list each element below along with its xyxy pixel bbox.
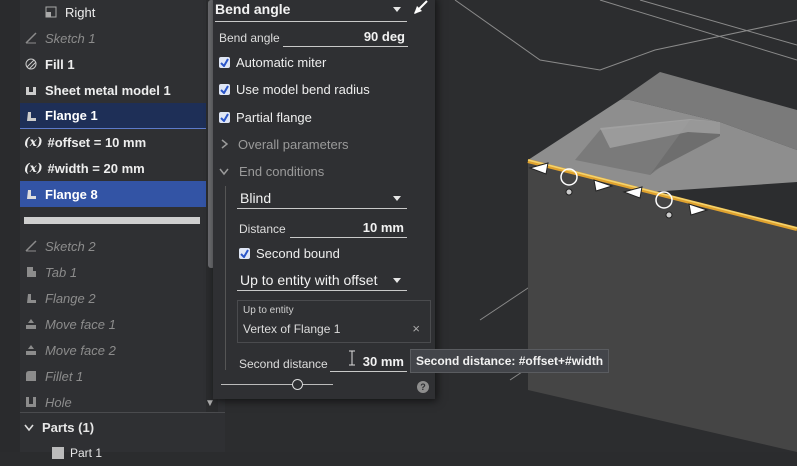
up-to-entity-label: Up to entity <box>243 305 294 316</box>
flange-icon <box>24 109 38 123</box>
flip-direction-icon[interactable] <box>412 0 430 21</box>
fill-icon <box>24 57 38 71</box>
tree-item-tab-1[interactable]: Tab 1 <box>20 259 206 285</box>
tree-item-move-face-2[interactable]: Move face 2 <box>20 337 206 363</box>
use-model-bend-radius-checkbox[interactable]: Use model bend radius <box>219 82 370 97</box>
distance-input[interactable]: 10 mm <box>290 220 407 238</box>
flange-feature-dialog: Bend angle Bend angle 90 deg Automatic m… <box>213 0 435 399</box>
plane-icon <box>44 5 58 19</box>
tree-item-fill-1[interactable]: Fill 1 <box>20 51 206 77</box>
tree-item-flange-2[interactable]: Flange 2 <box>20 285 206 311</box>
tree-item-flange-8[interactable]: Flange 8 <box>20 181 206 207</box>
tree-item-fillet-1[interactable]: Fillet 1 <box>20 363 206 389</box>
fillet-icon <box>24 369 38 383</box>
checkbox-checked-icon <box>219 112 230 123</box>
overall-parameters-group[interactable]: Overall parameters <box>221 137 349 152</box>
tree-item-sketch-2[interactable]: Sketch 2 <box>20 233 206 259</box>
bend-angle-input[interactable]: 90 deg <box>283 29 408 47</box>
variable-icon: (x) <box>24 161 43 175</box>
scroll-down-arrow-icon[interactable]: ▼ <box>205 398 215 409</box>
second-end-type-dropdown[interactable]: Up to entity with offset <box>237 269 407 291</box>
second-distance-label: Second distance <box>239 357 328 371</box>
dropdown-caret-icon <box>393 196 401 201</box>
rollback-bar[interactable] <box>24 217 200 224</box>
help-icon[interactable]: ? <box>417 381 429 393</box>
tree-gutter <box>0 0 20 452</box>
chevron-down-icon <box>219 164 229 179</box>
flange-icon <box>24 187 38 201</box>
tree-item-flange-1[interactable]: Flange 1 <box>20 103 206 129</box>
second-distance-tooltip: Second distance: #offset+#width <box>410 349 610 373</box>
clear-selection-icon[interactable]: × <box>412 321 420 336</box>
sheet-metal-icon <box>24 83 38 97</box>
part-item[interactable]: Part 1 <box>48 440 248 466</box>
part-icon <box>52 447 64 459</box>
text-cursor-icon <box>348 350 356 371</box>
move-face-icon <box>24 317 38 331</box>
checkbox-checked-icon <box>219 57 230 68</box>
checkbox-checked-icon <box>239 248 250 259</box>
bend-angle-label: Bend angle <box>219 31 280 45</box>
tree-item-right[interactable]: Right <box>40 0 206 25</box>
tree-item-move-face-1[interactable]: Move face 1 <box>20 311 206 337</box>
chevron-down-icon <box>24 420 34 435</box>
sketch-icon <box>24 31 38 45</box>
sketch-icon <box>24 239 38 253</box>
partial-flange-checkbox[interactable]: Partial flange <box>219 110 312 125</box>
tree-item-variable-offset[interactable]: (x) #offset = 10 mm <box>20 129 206 155</box>
distance-label: Distance <box>239 222 286 236</box>
tree-item-variable-width[interactable]: (x) #width = 20 mm <box>20 155 206 181</box>
dropdown-caret-icon <box>393 278 401 283</box>
tree-item-sheet-metal-model-1[interactable]: Sheet metal model 1 <box>20 77 206 103</box>
checkbox-checked-icon <box>219 84 230 95</box>
move-face-icon <box>24 343 38 357</box>
hole-icon <box>24 395 38 409</box>
second-bound-checkbox[interactable]: Second bound <box>239 246 340 261</box>
dialog-slider-thumb[interactable] <box>292 379 303 390</box>
second-distance-input[interactable]: 30 mm <box>330 354 407 372</box>
dialog-slider-track[interactable] <box>221 384 333 385</box>
bend-type-dropdown[interactable]: Bend angle <box>215 0 407 22</box>
feature-tree: Right Sketch 1 Fill 1 Sheet metal model … <box>0 0 225 460</box>
parts-section-header[interactable]: Parts (1) <box>20 414 220 440</box>
group-indent-line <box>225 186 226 370</box>
flange-icon <box>24 291 38 305</box>
tree-item-sketch-1[interactable]: Sketch 1 <box>20 25 206 51</box>
end-type-dropdown[interactable]: Blind <box>237 187 407 209</box>
end-conditions-group[interactable]: End conditions <box>219 164 324 179</box>
chevron-right-icon <box>221 137 229 152</box>
up-to-entity-value: Vertex of Flange 1 <box>243 322 341 336</box>
variable-icon: (x) <box>24 135 43 149</box>
tree-separator <box>20 412 225 413</box>
automatic-miter-checkbox[interactable]: Automatic miter <box>219 55 326 70</box>
dropdown-caret-icon <box>393 7 401 12</box>
tab-icon <box>24 265 38 279</box>
up-to-entity-selection-box[interactable]: Up to entity Vertex of Flange 1 × <box>237 300 431 343</box>
